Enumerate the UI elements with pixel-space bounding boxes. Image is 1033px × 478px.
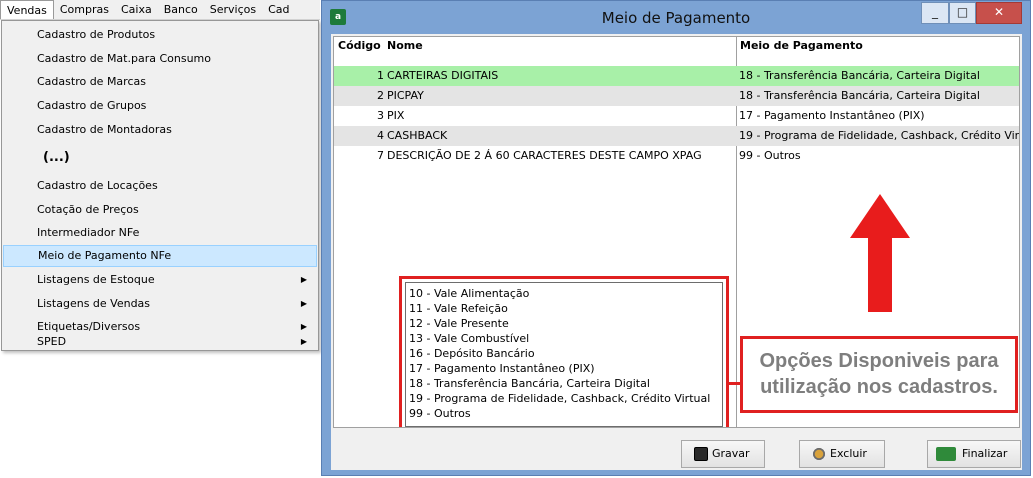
option-item[interactable]: 19 - Programa de Fidelidade, Cashback, C… [409, 391, 722, 406]
options-list[interactable]: 10 - Vale Alimentação 11 - Vale Refeição… [405, 282, 723, 427]
option-item[interactable]: 13 - Vale Combustível [409, 331, 722, 346]
excluir-button[interactable]: Excluir [799, 440, 885, 468]
menu-cadastros[interactable]: Cad [262, 0, 295, 19]
finalizar-button[interactable]: Finalizar [927, 440, 1021, 468]
menu-item-intermediador-nfe[interactable]: Intermediador NFe [3, 222, 317, 244]
cell-code: 2 [377, 89, 384, 102]
cell-code: 1 [377, 69, 384, 82]
cell-meio: 17 - Pagamento Instantâneo (PIX) [739, 109, 925, 122]
menu-item-listagens-vendas[interactable]: Listagens de Vendas ▶ [3, 293, 317, 315]
option-item[interactable]: 11 - Vale Refeição [409, 301, 722, 316]
cell-meio: 18 - Transferência Bancária, Carteira Di… [739, 89, 980, 102]
menu-servicos[interactable]: Serviços [204, 0, 262, 19]
save-icon [694, 447, 708, 461]
menu-vendas[interactable]: Vendas [0, 0, 54, 19]
header-name[interactable]: Nome [387, 39, 423, 52]
finalizar-label: Finalizar [962, 447, 1008, 460]
screen: Vendas Compras Caixa Banco Serviços Cad … [0, 0, 1033, 478]
cell-code: 7 [377, 149, 384, 162]
option-item[interactable]: 17 - Pagamento Instantâneo (PIX) [409, 361, 722, 376]
menu-item-cadastro-locacoes[interactable]: Cadastro de Locações [3, 175, 317, 197]
annotation-callout: Opções Disponiveis para utilização nos c… [740, 336, 1018, 413]
menu-item-cadastro-produtos[interactable]: Cadastro de Produtos [3, 24, 317, 46]
submenu-arrow-icon: ▶ [300, 337, 307, 346]
red-arrow-up-icon [850, 194, 910, 312]
cell-name: CASHBACK [387, 129, 448, 142]
table-row[interactable]: 7 DESCRIÇÃO DE 2 Á 60 CARACTERES DESTE C… [334, 146, 1019, 166]
cell-meio: 99 - Outros [739, 149, 801, 162]
gravar-label: Gravar [712, 447, 750, 460]
payment-grid[interactable]: Código Nome Meio de Pagamento 1 CARTEIRA… [333, 36, 1020, 428]
option-item[interactable]: 10 - Vale Alimentação [409, 286, 722, 301]
menu-item-ellipsis: (...) [43, 150, 70, 165]
menu-banco[interactable]: Banco [158, 0, 204, 19]
window-client: Código Nome Meio de Pagamento 1 CARTEIRA… [331, 34, 1022, 470]
delete-icon [812, 447, 826, 461]
menu-item-listagens-estoque[interactable]: Listagens de Estoque ▶ [3, 269, 317, 291]
cell-name: DESCRIÇÃO DE 2 Á 60 CARACTERES DESTE CAM… [387, 149, 702, 162]
menu-caixa[interactable]: Caixa [115, 0, 158, 19]
cell-code: 4 [377, 129, 384, 142]
cell-meio: 18 - Transferência Bancária, Carteira Di… [739, 69, 980, 82]
option-item[interactable]: 12 - Vale Presente [409, 316, 722, 331]
gravar-button[interactable]: Gravar [681, 440, 765, 468]
submenu-arrow-icon: ▶ [300, 299, 307, 308]
menu-item-cadastro-mat-consumo[interactable]: Cadastro de Mat.para Consumo [3, 48, 317, 70]
header-meio[interactable]: Meio de Pagamento [740, 39, 863, 52]
submenu-arrow-icon: ▶ [300, 275, 307, 284]
option-item[interactable]: 16 - Depósito Bancário [409, 346, 722, 361]
excluir-label: Excluir [830, 447, 867, 460]
options-highlight-box: 10 - Vale Alimentação 11 - Vale Refeição… [399, 276, 729, 427]
table-row[interactable]: 3 PIX 17 - Pagamento Instantâneo (PIX) [334, 106, 1019, 126]
maximize-button[interactable]: □ [949, 2, 976, 24]
option-item[interactable]: 99 - Outros [409, 406, 722, 421]
menu-item-cadastro-grupos[interactable]: Cadastro de Grupos [3, 95, 317, 117]
cell-name: CARTEIRAS DIGITAIS [387, 69, 499, 82]
vendas-dropdown: Cadastro de Produtos Cadastro de Mat.par… [1, 20, 319, 351]
table-row[interactable]: 4 CASHBACK 19 - Programa de Fidelidade, … [334, 126, 1019, 146]
cell-code: 3 [377, 109, 384, 122]
menu-item-sped[interactable]: SPED ▶ [3, 333, 317, 351]
table-row[interactable]: 2 PICPAY 18 - Transferência Bancária, Ca… [334, 86, 1019, 106]
menu-item-cadastro-montadoras[interactable]: Cadastro de Montadoras [3, 119, 317, 141]
minimize-button[interactable]: _ [921, 2, 949, 24]
exit-icon [936, 447, 956, 461]
table-row[interactable]: 1 CARTEIRAS DIGITAIS 18 - Transferência … [334, 66, 1019, 86]
option-item[interactable]: 18 - Transferência Bancária, Carteira Di… [409, 376, 722, 391]
menu-compras[interactable]: Compras [54, 0, 115, 19]
title-bar[interactable]: a Meio de Pagamento _ □ ✕ [322, 1, 1030, 33]
button-bar: Gravar Excluir Finalizar [331, 430, 1022, 470]
menu-item-cotacao-precos[interactable]: Cotação de Preços [3, 199, 317, 221]
cell-name: PIX [387, 109, 405, 122]
cell-meio: 19 - Programa de Fidelidade, Cashback, C… [739, 129, 1019, 142]
meio-pagamento-window: a Meio de Pagamento _ □ ✕ Código Nome Me… [321, 0, 1031, 476]
menu-item-meio-pagamento-nfe[interactable]: Meio de Pagamento NFe [3, 245, 317, 267]
menu-item-cadastro-marcas[interactable]: Cadastro de Marcas [3, 71, 317, 93]
close-button[interactable]: ✕ [976, 2, 1022, 24]
annotation-line-1: Opções Disponiveis para [759, 350, 999, 372]
cell-name: PICPAY [387, 89, 424, 102]
header-code[interactable]: Código [338, 39, 381, 52]
annotation-line-2: utilização nos cadastros. [760, 376, 998, 398]
menu-bar: Vendas Compras Caixa Banco Serviços Cad [0, 0, 320, 20]
